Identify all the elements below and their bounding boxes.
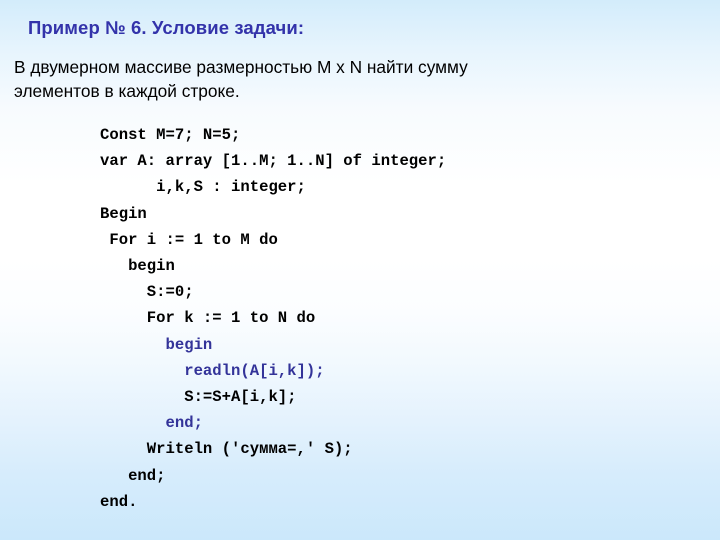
code-line: end; (100, 414, 203, 433)
pascal-code-block: Const M=7; N=5; var A: array [1..M; 1..N]… (100, 122, 446, 515)
page-title: Пример № 6. Условие задачи: (28, 17, 305, 38)
code-line: Writeln ('сумма=,' S); (100, 440, 353, 459)
code-line: For i := 1 to M do (100, 230, 278, 249)
code-line: readln(A[i,k]); (100, 361, 325, 380)
code-line: end. (100, 492, 138, 511)
code-line: Const M=7; N=5; (100, 126, 241, 144)
code-line: var A: array [1..M; 1..N] of integer; (100, 152, 447, 171)
code-line: S:=0; (100, 283, 194, 302)
code-line: end; (100, 466, 166, 485)
code-line: begin (100, 257, 175, 276)
code-line: For k := 1 to N do (100, 309, 316, 328)
code-line: i,k,S : integer; (100, 178, 306, 197)
code-line: begin (100, 335, 213, 354)
code-line: Begin (100, 204, 147, 223)
problem-statement-line: элементов в каждой строке. (14, 80, 240, 101)
problem-statement-line: В двумерном массиве размерностью M x N н… (14, 57, 468, 77)
presentation-slide: Пример № 6. Условие задачи: В двумерном … (0, 0, 720, 540)
code-line: S:=S+A[i,k]; (100, 388, 297, 407)
problem-statement-text: В двумерном массиве размерностью M x N н… (14, 56, 704, 103)
